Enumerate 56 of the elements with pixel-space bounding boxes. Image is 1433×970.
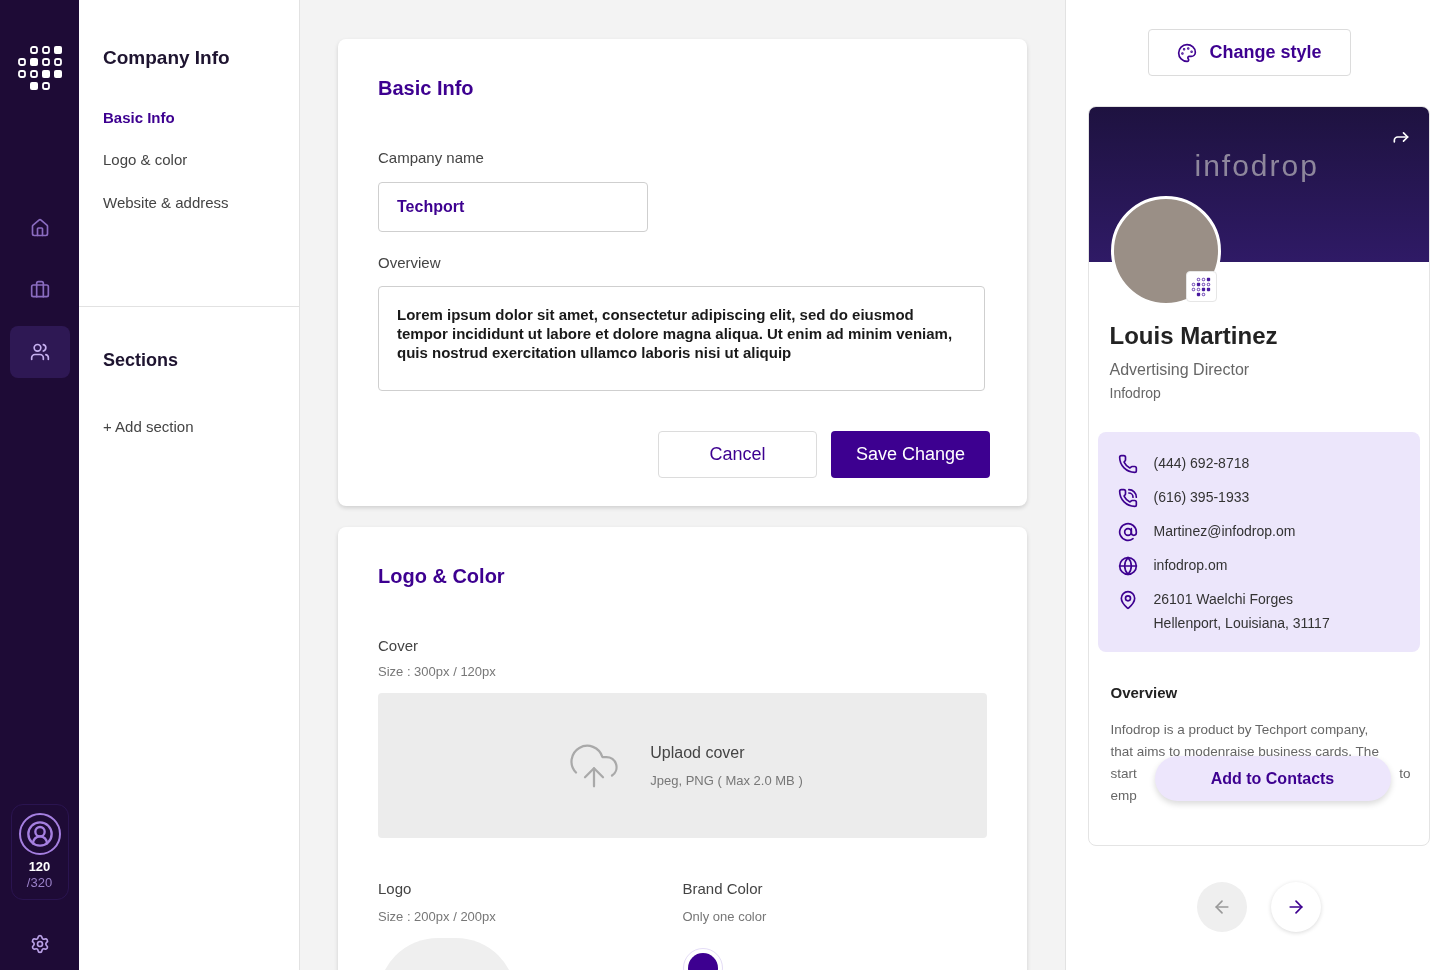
save-button[interactable]: Save Change [831,431,990,478]
field-label: Logo [378,879,413,899]
card-title: Basic Info [378,76,475,101]
contact-text: Hellenport, Louisiana, 31117 [1153,614,1330,632]
add-to-contacts-button[interactable]: Add to Contacts [1154,756,1391,801]
overview-text: Infodrop is a product by Techport company, [1110,720,1370,739]
landline-icon [1117,488,1138,508]
field-label: Brand Color [682,879,764,899]
panel-title: Company Info [103,46,231,70]
user-icon [25,820,54,848]
person-role: Advertising Director [1109,360,1251,380]
person-name: Louis Martinez [1109,321,1279,351]
palette-icon [1177,42,1198,63]
cover-brand-text: infodrop [1194,148,1319,184]
brand-hint: Only one color [682,907,768,926]
upload-title: Uplaod cover [650,742,746,763]
briefcase-icon [29,280,50,300]
dots-logo-icon [15,44,64,92]
card-title: Logo & Color [378,564,506,589]
person-company: Infodrop [1109,384,1162,403]
web-icon [1117,556,1138,576]
credits-total: /320 [26,875,53,891]
field-label: Cover [378,636,419,656]
cancel-button[interactable]: Cancel [658,431,817,478]
nav-button[interactable] [9,326,70,378]
next-button[interactable] [1270,882,1321,932]
contact-text: (444) 692-8718 [1153,454,1250,472]
overview-text: emp [1110,786,1138,805]
add-section-link[interactable]: + Add section [103,416,275,439]
field-label: Overview [378,252,442,273]
company-name-field[interactable]: Techport [378,181,648,232]
overview-title: Overview [1110,683,1179,703]
section-link[interactable]: Website & address [103,191,275,214]
settings-icon[interactable] [29,934,50,954]
sections-title: Sections [103,349,180,372]
size-hint: Size : 300px / 120px [378,662,497,681]
change-style-button[interactable]: Change style [1148,29,1351,76]
overview-text: start [1110,764,1137,783]
cover-upload-area[interactable]: Uplaod cover Jpeg, PNG ( Max 2.0 MB ) [378,693,987,838]
email-icon [1117,522,1138,542]
contact-text: infodrop.om [1153,556,1228,574]
field-label: Campany name [378,148,485,168]
upload-hint: Jpeg, PNG ( Max 2.0 MB ) [650,771,803,790]
overview-field[interactable]: Lorem ipsum dolor sit amet, consectetur adipiscing elit, sed do eiusmod tempor incididunt ut labore et dolore magna aliqua. Ut enim ad minim veniam, quis nostrud exercitation ullamco laboris nisi ut aliquip [378,286,985,391]
dots-logo-icon [1191,276,1211,297]
credits-used: 120 [28,859,51,875]
phone-icon [1117,454,1138,474]
contact-text: Martinez@infodrop.om [1153,522,1296,540]
overview-text: to [1399,764,1411,783]
users-icon [29,342,50,362]
contact-text: 26101 Waelchi Forges [1153,590,1295,608]
home-icon [29,218,50,238]
contact-text: (616) 395-1933 [1153,488,1250,506]
section-link[interactable]: Basic Info [103,106,275,129]
section-link[interactable]: Logo & color [103,149,275,172]
size-hint: Size : 200px / 200px [378,907,497,926]
